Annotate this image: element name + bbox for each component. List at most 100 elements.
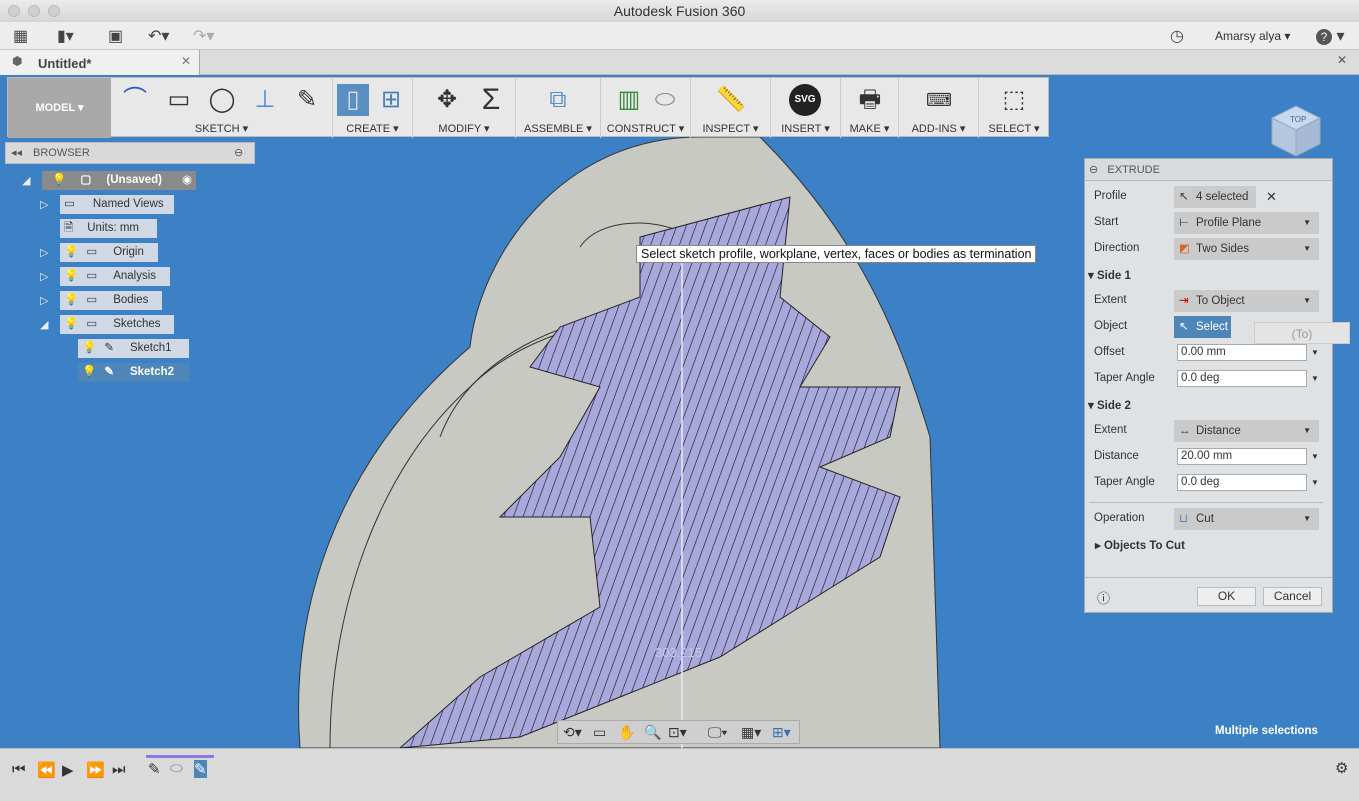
collapse-dialog-icon[interactable]: ⊖ [1089, 164, 1098, 176]
select-window-icon[interactable]: ⬚ [998, 84, 1030, 116]
cancel-button[interactable]: Cancel [1263, 587, 1322, 606]
distance-dropdown-icon[interactable]: ▼ [1311, 452, 1319, 461]
offset-input[interactable]: 0.00 mm [1177, 344, 1307, 361]
expand-icon[interactable]: ▷ [40, 198, 48, 211]
document-tab[interactable]: ⬢ Untitled* ✕ [0, 50, 200, 75]
look-at-icon[interactable]: ▭ [593, 721, 606, 743]
go-to-end-icon[interactable]: ⏭ [112, 761, 126, 778]
sigma-icon[interactable]: Σ [475, 84, 507, 116]
direction-dropdown[interactable]: ◩ Two Sides ▼ [1174, 238, 1319, 260]
operation-dropdown[interactable]: ⊔ Cut ▼ [1174, 508, 1319, 530]
visibility-bulb-icon[interactable]: 💡 [82, 366, 96, 378]
undo-icon[interactable]: ↶▾ [148, 26, 169, 46]
object-select-button[interactable]: ↖ Select [1174, 316, 1231, 338]
add-ins-group[interactable]: ⌨ ADD-INS ▾ [899, 78, 979, 138]
insert-group[interactable]: SVG INSERT ▾ [771, 78, 841, 138]
pan-hand-icon[interactable]: ✋ [618, 721, 635, 743]
select-group[interactable]: ⬚ SELECT ▾ [979, 78, 1049, 138]
line-icon[interactable]: ⌒ [119, 84, 151, 116]
side1-extent-dropdown[interactable]: ⇥ To Object ▼ [1174, 290, 1319, 312]
browser-item-named-views[interactable]: ▭ Named Views [60, 195, 174, 214]
taper-dropdown-icon[interactable]: ▼ [1311, 374, 1319, 383]
browser-item-sketches[interactable]: 💡 ▭ Sketches [60, 315, 174, 334]
expand-icon[interactable]: ▷ [40, 270, 48, 283]
redo-icon[interactable]: ↷▾ [193, 26, 214, 46]
distance-input[interactable]: 20.00 mm [1177, 448, 1307, 465]
insert-svg-icon[interactable]: SVG [789, 84, 821, 116]
expand-icon[interactable]: ▷ [40, 246, 48, 259]
display-settings-icon[interactable]: 🖵▾ [708, 721, 727, 743]
apps-grid-icon[interactable]: ▦ [13, 26, 28, 46]
collapse-browser-icon[interactable]: ◂◂ [11, 143, 22, 163]
visibility-bulb-icon[interactable]: 💡 [64, 318, 78, 330]
close-tab-icon[interactable]: ✕ [181, 54, 191, 68]
taper-dropdown-icon[interactable]: ▼ [1311, 478, 1319, 487]
orbit-icon[interactable]: ⟲▾ [563, 721, 582, 743]
browser-item-sketch1[interactable]: 💡 ✎ Sketch1 [78, 339, 189, 358]
play-icon[interactable]: ▶ [62, 761, 74, 779]
browser-item-units[interactable]: 🗎 Units: mm [60, 219, 157, 238]
workspace-switcher[interactable]: MODEL ▾ [8, 78, 111, 138]
collapse-root-icon[interactable]: ◢ [22, 174, 30, 187]
browser-minimize-icon[interactable]: ⊖ [234, 143, 243, 163]
side1-section[interactable]: ▾ Side 1 [1088, 268, 1131, 282]
modify-group[interactable]: ✥ Σ MODIFY ▾ [413, 78, 516, 138]
offset-plane-icon[interactable]: ▥ [613, 84, 645, 116]
viewports-icon[interactable]: ⊞▾ [772, 721, 791, 743]
step-forward-icon[interactable]: ⏩ [86, 761, 105, 779]
sketch-group[interactable]: ⌒ ▭ ◯ ⊥ ✎ SKETCH ▾ [111, 78, 333, 138]
zoom-icon[interactable]: 🔍 [644, 721, 661, 743]
object-offset-ghost-field[interactable]: (To) [1254, 322, 1350, 344]
offset-dropdown-icon[interactable]: ▼ [1311, 348, 1319, 357]
make-group[interactable]: 🖶 MAKE ▾ [841, 78, 899, 138]
browser-item-bodies[interactable]: 💡 ▭ Bodies [60, 291, 162, 310]
measure-icon[interactable]: 📏 [715, 84, 747, 116]
close-panel-icon[interactable]: ✕ [1337, 53, 1347, 67]
profile-selector[interactable]: ↖ 4 selected [1174, 186, 1256, 208]
timeline-sketch1-icon[interactable]: ✎ [148, 760, 161, 778]
side2-section[interactable]: ▾ Side 2 [1088, 398, 1131, 412]
start-dropdown[interactable]: ⊢ Profile Plane ▼ [1174, 212, 1319, 234]
expand-icon[interactable]: ▷ [40, 294, 48, 307]
ok-button[interactable]: OK [1197, 587, 1256, 606]
view-cube[interactable]: TOP [1262, 98, 1330, 158]
browser-item-origin[interactable]: 💡 ▭ Origin [60, 243, 158, 262]
browser-item-sketch2[interactable]: 💡 ✎ Sketch2 [78, 363, 189, 382]
extrude-icon[interactable]: ▯ [337, 84, 369, 116]
browser-root-node[interactable]: 💡 ▢ (Unsaved) ◉ [42, 171, 196, 190]
grid-settings-icon[interactable]: ▦▾ [741, 721, 761, 743]
clear-selection-icon[interactable]: ✕ [1266, 189, 1277, 205]
close-window-button[interactable] [8, 5, 20, 17]
3d-print-icon[interactable]: 🖶 [854, 84, 886, 116]
browser-item-analysis[interactable]: 💡 ▭ Analysis [60, 267, 170, 286]
visibility-bulb-icon[interactable]: 💡 [64, 246, 78, 258]
info-icon[interactable]: ⓘ [1097, 588, 1110, 607]
timeline-extrude-icon[interactable]: ⬭ [170, 760, 183, 777]
side2-taper-input[interactable]: 0.0 deg [1177, 474, 1307, 491]
create-sketch-icon[interactable]: ✎ [291, 84, 323, 116]
visibility-bulb-icon[interactable]: 💡 [64, 294, 78, 306]
create-group[interactable]: ▯ ⊞ CREATE ▾ [333, 78, 413, 138]
construct-group[interactable]: ▥ ⬭ CONSTRUCT ▾ [601, 78, 691, 138]
help-menu[interactable]: ? ▾ [1316, 26, 1344, 46]
assemble-group[interactable]: ⧉ ASSEMBLE ▾ [516, 78, 601, 138]
collapse-icon[interactable]: ◢ [40, 318, 48, 331]
activate-radio-icon[interactable]: ◉ [182, 171, 192, 190]
move-icon[interactable]: ✥ [431, 84, 463, 116]
rectangle-icon[interactable]: ▭ [163, 84, 195, 116]
timeline-settings-gear-icon[interactable]: ⚙ [1335, 759, 1348, 777]
circle-icon[interactable]: ◯ [206, 84, 238, 116]
visibility-bulb-icon[interactable]: 💡 [82, 342, 96, 354]
side2-extent-dropdown[interactable]: ↔ Distance ▼ [1174, 420, 1319, 442]
go-to-start-icon[interactable]: ⏮ [12, 761, 26, 778]
visibility-bulb-icon[interactable]: 💡 [64, 270, 78, 282]
axis-cylinder-icon[interactable]: ⬭ [649, 84, 681, 116]
pattern-icon[interactable]: ⊞ [375, 84, 407, 116]
user-menu[interactable]: Amarsy alya ▾ [1215, 29, 1290, 43]
side1-taper-input[interactable]: 0.0 deg [1177, 370, 1307, 387]
new-component-icon[interactable]: ⧉ [542, 84, 574, 116]
file-menu-icon[interactable]: ▮▾ [57, 26, 74, 46]
timeline-sketch2-icon[interactable]: ✎ [194, 760, 207, 778]
step-back-icon[interactable]: ⏪ [37, 761, 56, 779]
objects-to-cut-section[interactable]: ▸ Objects To Cut [1095, 538, 1185, 552]
